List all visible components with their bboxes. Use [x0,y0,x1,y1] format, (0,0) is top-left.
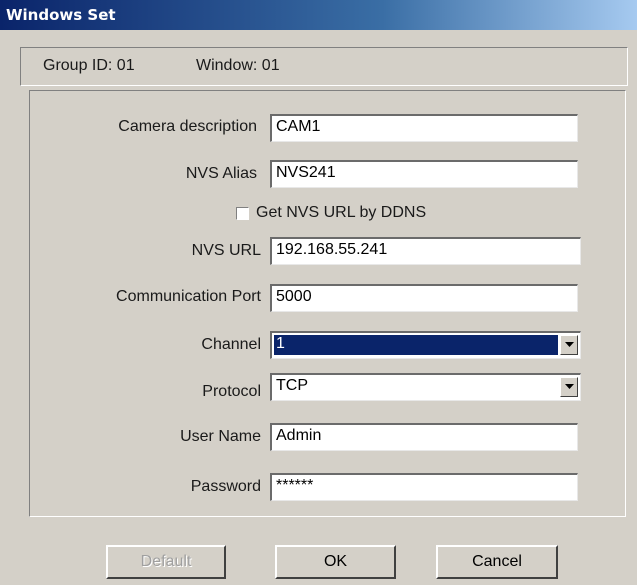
windows-set-dialog: Windows Set Group ID: 01 Window: 01 Came… [0,0,637,585]
protocol-selected-value: TCP [276,377,308,394]
communication-port-label: Communication Port [116,288,261,305]
password-field[interactable]: ****** [270,473,578,501]
communication-port-field[interactable]: 5000 [270,284,578,312]
channel-dropdown-button[interactable] [560,335,578,355]
user-name-label: User Name [180,428,261,445]
camera-description-label: Camera description [118,118,257,135]
title-bar[interactable]: Windows Set [0,0,637,30]
password-label: Password [190,478,261,495]
protocol-dropdown-button[interactable] [560,377,578,397]
camera-description-field[interactable]: CAM1 [270,114,578,142]
nvs-alias-field[interactable]: NVS241 [270,160,578,188]
ok-button[interactable]: OK [275,545,396,579]
cancel-button[interactable]: Cancel [436,545,558,579]
info-bar: Group ID: 01 Window: 01 [20,47,628,86]
user-name-field[interactable]: Admin [270,423,578,451]
nvs-alias-label: NVS Alias [185,165,257,182]
group-id-text: Group ID: 01 [43,57,135,74]
chevron-down-icon [565,342,574,347]
ddns-checkbox[interactable] [236,207,249,220]
window-id-text: Window: 01 [196,57,280,74]
protocol-label: Protocol [202,383,261,400]
channel-label: Channel [201,336,261,353]
nvs-url-label: NVS URL [191,242,261,259]
channel-selected-value: 1 [274,335,558,355]
ddns-checkbox-label: Get NVS URL by DDNS [256,204,427,221]
default-button[interactable]: Default [106,545,226,579]
protocol-select[interactable]: TCP [270,373,581,401]
chevron-down-icon [565,384,574,389]
dialog-title: Windows Set [6,6,116,24]
channel-select[interactable]: 1 [270,331,581,359]
nvs-url-field[interactable]: 192.168.55.241 [270,237,581,265]
